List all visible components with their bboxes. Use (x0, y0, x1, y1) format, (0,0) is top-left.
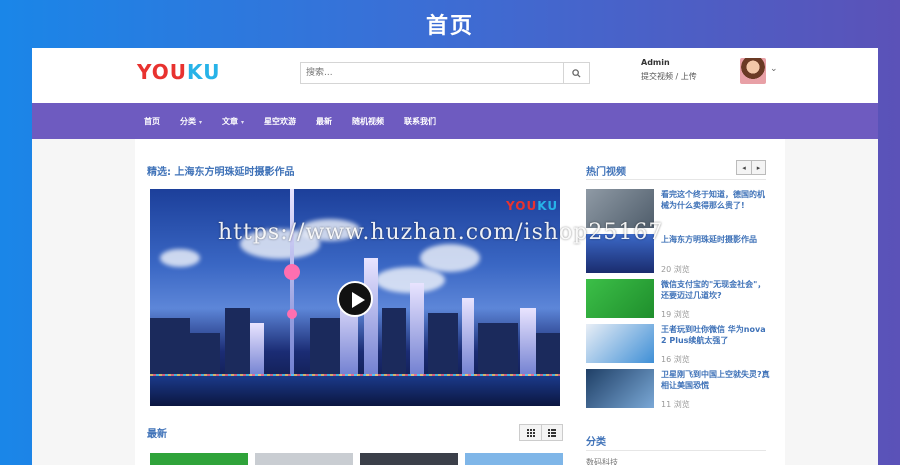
view-count: 11 浏览 (661, 400, 690, 409)
search-input[interactable] (301, 63, 563, 83)
hot-video-title[interactable]: 上海东方明珠延时摄影作品 (661, 234, 771, 245)
hot-video-item[interactable]: 上海东方明珠延时摄影作品 20 浏览 (586, 234, 776, 278)
youku-logo[interactable]: YOUKU (137, 60, 220, 84)
view-count: 20 浏览 (661, 265, 690, 274)
hot-video-item[interactable]: 王者玩到吐你微信 华为nova 2 Plus续航太强了 16 浏览 (586, 324, 776, 368)
nav-item-contact[interactable]: 联系我们 (404, 116, 436, 127)
chevron-down-icon[interactable]: ⌄ (770, 64, 778, 74)
prev-icon[interactable]: ◂ (737, 161, 751, 174)
hot-videos-title: 热门视频 (586, 167, 626, 178)
hot-pager: ◂ ▸ (736, 160, 766, 175)
main-card: 精选: 上海东方明珠延时摄影作品 YOUKU 最新 热门视频 ◂ ▸ 看完这个终… (135, 139, 785, 465)
list-icon (548, 428, 556, 437)
video-thumbnail[interactable] (586, 234, 654, 273)
next-icon[interactable]: ▸ (751, 161, 765, 174)
view-count: 16 浏览 (661, 355, 690, 364)
search-box (300, 62, 590, 84)
latest-thumbnails (150, 453, 570, 465)
view-count: 19 浏览 (661, 310, 690, 319)
hot-video-title[interactable]: 看完这个终于知道，德国的机械为什么卖得那么贵了! (661, 189, 771, 211)
hot-video-title[interactable]: 卫星刚飞到中国上空就失灵?真相让美国恐慌 (661, 369, 771, 391)
user-name[interactable]: Admin (641, 58, 697, 67)
latest-thumb[interactable] (255, 453, 353, 465)
view-toggle (519, 424, 563, 441)
latest-title: 最新 (147, 429, 167, 440)
video-youku-logo: YOUKU (506, 199, 559, 213)
latest-thumb[interactable] (465, 453, 563, 465)
featured-title[interactable]: 精选: 上海东方明珠延时摄影作品 (147, 163, 294, 178)
play-icon[interactable] (337, 281, 373, 317)
list-view-button[interactable] (541, 425, 562, 440)
video-thumbnail[interactable] (586, 369, 654, 408)
category-item[interactable]: 数码科技 (586, 457, 618, 465)
caret-down-icon: ▾ (199, 119, 203, 126)
hot-video-item[interactable]: 卫星刚飞到中国上空就失灵?真相让美国恐慌 11 浏览 (586, 369, 776, 413)
main-nav: 首页 分类 ▾ 文章 ▾ 星空欢游 最新 随机视频 联系我们 (32, 103, 878, 139)
user-info: Admin 提交视频 / 上传 (641, 58, 697, 82)
hot-video-item[interactable]: 看完这个终于知道，德国的机械为什么卖得那么贵了! (586, 189, 776, 233)
nav-item-articles[interactable]: 文章 ▾ (222, 116, 244, 127)
category-title: 分类 (586, 437, 606, 448)
video-thumbnail[interactable] (586, 189, 654, 228)
grid-icon (526, 428, 535, 437)
nav-item-home[interactable]: 首页 (144, 116, 160, 127)
nav-item-random[interactable]: 随机视频 (352, 116, 384, 127)
nav-item-starry[interactable]: 星空欢游 (264, 116, 296, 127)
page-heading: 首页 (425, 14, 474, 39)
nav-item-category[interactable]: 分类 ▾ (180, 116, 202, 127)
grid-view-button[interactable] (520, 425, 541, 440)
site-header: YOUKU Admin 提交视频 / 上传 ⌄ (32, 48, 878, 103)
divider (586, 179, 766, 180)
search-icon (572, 68, 581, 78)
avatar[interactable] (740, 58, 766, 84)
latest-thumb[interactable] (150, 453, 248, 465)
content-area: 精选: 上海东方明珠延时摄影作品 YOUKU 最新 热门视频 ◂ ▸ 看完这个终… (32, 139, 878, 465)
caret-down-icon: ▾ (241, 119, 245, 126)
nav-item-latest[interactable]: 最新 (316, 116, 332, 127)
hot-video-item[interactable]: 微信支付宝的"无现金社会"，还要迈过几道坎? 19 浏览 (586, 279, 776, 323)
video-thumbnail[interactable] (586, 324, 654, 363)
search-button[interactable] (563, 63, 589, 83)
user-links[interactable]: 提交视频 / 上传 (641, 71, 697, 82)
site-frame: YOUKU Admin 提交视频 / 上传 ⌄ 首页 分类▾ 文章▾ 星空欢游 … (32, 48, 878, 465)
featured-video[interactable]: YOUKU (150, 189, 560, 406)
video-thumbnail[interactable] (586, 279, 654, 318)
divider (586, 450, 766, 451)
hot-video-title[interactable]: 王者玩到吐你微信 华为nova 2 Plus续航太强了 (661, 324, 771, 346)
hot-video-title[interactable]: 微信支付宝的"无现金社会"，还要迈过几道坎? (661, 279, 771, 301)
latest-thumb[interactable] (360, 453, 458, 465)
